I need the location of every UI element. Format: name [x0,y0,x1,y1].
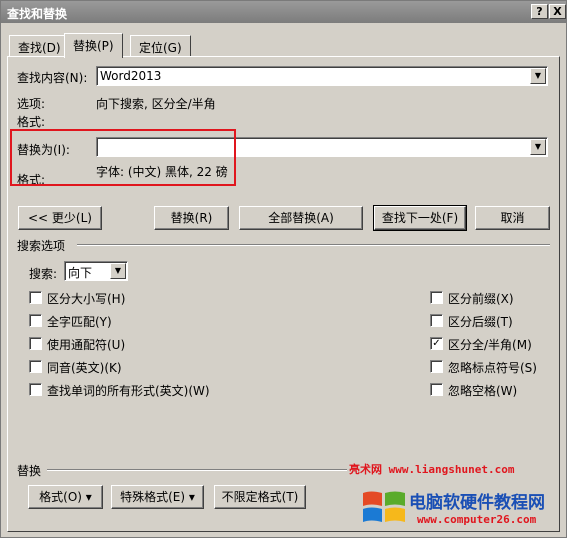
chevron-down-icon[interactable]: ▼ [110,263,126,279]
window-title: 查找和替换 [7,7,68,21]
find-format-label: 格式: [17,115,46,129]
replace-button[interactable]: 替换(R) [154,206,229,230]
search-direction-value: 向下 [68,266,93,280]
highlight-box [10,129,236,186]
word-forms-label: 查找单词的所有形式(英文)(W) [47,384,210,398]
ignore-punct-checkbox[interactable] [430,360,443,373]
find-input[interactable]: Word2013 ▼ [96,66,548,86]
sounds-like-checkbox[interactable] [29,360,42,373]
suffix-label: 区分后缀(T) [448,315,513,329]
watermark-line1: 亮术网 www.liangshunet.com [349,463,515,476]
tab-find[interactable]: 查找(D) [9,35,70,57]
prefix-checkbox[interactable] [430,291,443,304]
special-format-button[interactable]: 特殊格式(E) ▾ [111,485,204,509]
match-case-checkbox[interactable] [29,291,42,304]
watermark-line2: 电脑软硬件教程网 [409,493,545,513]
find-next-button[interactable]: 查找下一处(F) [373,205,467,231]
whole-word-checkbox[interactable] [29,314,42,327]
replace-section-label: 替换 [17,464,42,478]
no-formatting-button[interactable]: 不限定格式(T) [214,485,306,509]
search-direction-select[interactable]: 向下 ▼ [64,261,128,281]
divider [47,469,347,471]
watermark-line3: www.computer26.com [417,513,537,526]
find-value: Word2013 [100,69,162,83]
windows-logo-icon [363,491,405,522]
check-icon: ✓ [432,338,441,349]
suffix-checkbox[interactable] [430,314,443,327]
search-options-label: 搜索选项 [17,239,66,253]
cancel-button[interactable]: 取消 [475,206,550,230]
wildcards-label: 使用通配符(U) [47,338,126,352]
whole-word-label: 全字匹配(Y) [47,315,112,329]
wildcards-checkbox[interactable] [29,337,42,350]
sounds-like-label: 同音(英文)(K) [47,361,122,375]
close-button[interactable]: X [549,4,566,19]
less-button[interactable]: << 更少(L) [18,206,102,230]
word-forms-checkbox[interactable] [29,383,42,396]
options-label: 选项: [17,97,46,111]
find-replace-dialog: 查找和替换 ? X 查找(D) 替换(P) 定位(G) 查找内容(N): Wor… [0,0,567,538]
width-checkbox[interactable]: ✓ [430,337,443,350]
match-case-label: 区分大小写(H) [47,292,126,306]
ignore-space-label: 忽略空格(W) [448,384,518,398]
divider [77,244,550,246]
format-button[interactable]: 格式(O) ▾ [28,485,103,509]
ignore-punct-label: 忽略标点符号(S) [448,361,537,375]
options-value: 向下搜索, 区分全/半角 [96,97,216,111]
chevron-down-icon[interactable]: ▼ [530,68,546,84]
search-direction-label: 搜索: [29,267,58,281]
tab-replace[interactable]: 替换(P) [64,33,123,58]
replace-all-button[interactable]: 全部替换(A) [239,206,363,230]
help-button[interactable]: ? [531,4,548,19]
find-label: 查找内容(N): [17,71,88,85]
tab-goto[interactable]: 定位(G) [130,35,191,57]
title-bar[interactable]: 查找和替换 ? X [1,1,566,23]
width-label: 区分全/半角(M) [448,338,532,352]
prefix-label: 区分前缀(X) [448,292,514,306]
ignore-space-checkbox[interactable] [430,383,443,396]
chevron-down-icon[interactable]: ▼ [530,139,546,155]
